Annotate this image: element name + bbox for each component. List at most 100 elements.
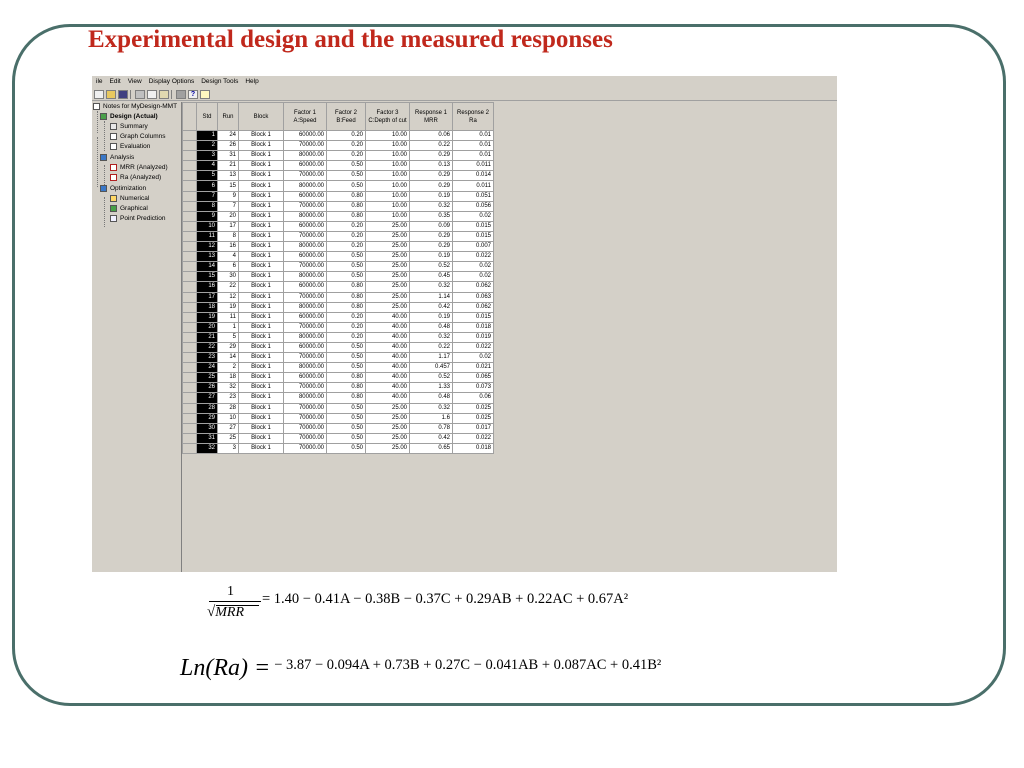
- mrr-cell[interactable]: 0.09: [409, 220, 453, 232]
- ra-cell[interactable]: 0.02: [452, 271, 494, 283]
- feed-cell[interactable]: 0.50: [326, 352, 366, 364]
- mrr-cell[interactable]: 0.65: [409, 442, 453, 455]
- block-cell[interactable]: Block 1: [238, 251, 284, 263]
- mrr-cell[interactable]: 0.32: [409, 331, 453, 343]
- block-cell[interactable]: Block 1: [238, 331, 284, 343]
- table-row[interactable]: 18 19 Block 1 80000.00 0.80 25.00 0.42 0.062: [182, 301, 494, 313]
- depth-cell[interactable]: 40.00: [365, 311, 410, 323]
- ra-cell[interactable]: 0.01: [452, 140, 494, 152]
- feed-cell[interactable]: 0.20: [326, 230, 366, 243]
- mrr-cell[interactable]: 0.32: [409, 200, 453, 212]
- ra-cell[interactable]: 0.062: [452, 281, 494, 293]
- speed-cell[interactable]: 60000.00: [283, 160, 327, 172]
- column-header-factor2[interactable]: Factor 2 B:Feed: [326, 102, 366, 131]
- speed-cell[interactable]: 60000.00: [283, 311, 327, 323]
- block-cell[interactable]: Block 1: [238, 200, 284, 212]
- feed-cell[interactable]: 0.20: [326, 150, 366, 162]
- row-header-cell[interactable]: [182, 210, 197, 222]
- ra-cell[interactable]: 0.018: [452, 442, 494, 455]
- feed-cell[interactable]: 0.20: [326, 241, 366, 253]
- std-cell[interactable]: 10: [196, 220, 218, 232]
- row-header-cell[interactable]: [182, 372, 197, 384]
- ra-cell[interactable]: 0.011: [452, 160, 494, 172]
- row-header-cell[interactable]: [182, 261, 197, 273]
- tree-item-evaluation[interactable]: Evaluation: [110, 142, 150, 151]
- mrr-cell[interactable]: 0.52: [409, 372, 453, 384]
- row-header-cell[interactable]: [182, 331, 197, 343]
- feed-cell[interactable]: 0.20: [326, 331, 366, 343]
- speed-cell[interactable]: 70000.00: [283, 321, 327, 333]
- block-cell[interactable]: Block 1: [238, 241, 284, 253]
- ra-cell[interactable]: 0.06: [452, 392, 494, 404]
- block-cell[interactable]: Block 1: [238, 422, 284, 434]
- mrr-cell[interactable]: 0.29: [409, 150, 453, 162]
- table-row[interactable]: 15 30 Block 1 80000.00 0.50 25.00 0.45 0.02: [182, 271, 494, 283]
- speed-cell[interactable]: 70000.00: [283, 200, 327, 212]
- depth-cell[interactable]: 25.00: [365, 230, 410, 243]
- row-header-cell[interactable]: [182, 362, 197, 374]
- run-cell[interactable]: 31: [217, 150, 239, 162]
- run-cell[interactable]: 32: [217, 382, 239, 394]
- std-cell[interactable]: 29: [196, 412, 218, 424]
- depth-cell[interactable]: 25.00: [365, 432, 410, 444]
- std-cell[interactable]: 9: [196, 210, 218, 222]
- run-cell[interactable]: 3: [217, 442, 239, 455]
- table-row[interactable]: 1 24 Block 1 60000.00 0.20 10.00 0.06 0.01: [182, 129, 494, 142]
- table-row[interactable]: 7 9 Block 1 60000.00 0.80 10.00 0.19 0.051: [182, 190, 494, 202]
- ra-cell[interactable]: 0.025: [452, 412, 494, 424]
- mrr-cell[interactable]: 1.14: [409, 291, 453, 303]
- ra-cell[interactable]: 0.065: [452, 372, 494, 384]
- mrr-cell[interactable]: 0.78: [409, 422, 453, 434]
- block-cell[interactable]: Block 1: [238, 341, 284, 354]
- ra-cell[interactable]: 0.017: [452, 422, 494, 434]
- ra-cell[interactable]: 0.022: [452, 251, 494, 263]
- run-cell[interactable]: 24: [217, 129, 239, 142]
- tree-item-graph-columns[interactable]: Graph Columns: [110, 132, 166, 141]
- row-header-cell[interactable]: [182, 281, 197, 293]
- ra-cell[interactable]: 0.015: [452, 311, 494, 323]
- run-cell[interactable]: 27: [217, 422, 239, 434]
- menu-help[interactable]: Help: [245, 78, 258, 85]
- row-header-cell[interactable]: [182, 412, 197, 424]
- run-cell[interactable]: 7: [217, 200, 239, 212]
- speed-cell[interactable]: 60000.00: [283, 129, 327, 142]
- std-cell[interactable]: 30: [196, 422, 218, 434]
- tree-item-mrr-analyzed[interactable]: MRR (Analyzed): [110, 163, 168, 172]
- speed-cell[interactable]: 80000.00: [283, 150, 327, 162]
- depth-cell[interactable]: 25.00: [365, 220, 410, 232]
- std-cell[interactable]: 15: [196, 271, 218, 283]
- mrr-cell[interactable]: 0.13: [409, 160, 453, 172]
- feed-cell[interactable]: 0.50: [326, 442, 366, 455]
- run-cell[interactable]: 22: [217, 281, 239, 293]
- feed-cell[interactable]: 0.50: [326, 422, 366, 434]
- ra-cell[interactable]: 0.056: [452, 200, 494, 212]
- std-cell[interactable]: 28: [196, 402, 218, 414]
- column-header-factor3[interactable]: Factor 3 C:Depth of cut: [365, 102, 410, 131]
- mrr-cell[interactable]: 0.35: [409, 210, 453, 222]
- table-row[interactable]: 16 22 Block 1 60000.00 0.80 25.00 0.32 0.062: [182, 281, 494, 293]
- table-row[interactable]: 11 8 Block 1 70000.00 0.20 25.00 0.29 0.015: [182, 230, 494, 243]
- depth-cell[interactable]: 40.00: [365, 341, 410, 354]
- speed-cell[interactable]: 70000.00: [283, 402, 327, 414]
- run-cell[interactable]: 16: [217, 241, 239, 253]
- mrr-cell[interactable]: 1.17: [409, 352, 453, 364]
- depth-cell[interactable]: 10.00: [365, 200, 410, 212]
- speed-cell[interactable]: 60000.00: [283, 220, 327, 232]
- speed-cell[interactable]: 60000.00: [283, 251, 327, 263]
- std-cell[interactable]: 18: [196, 301, 218, 313]
- copy-icon[interactable]: [147, 89, 157, 99]
- ra-cell[interactable]: 0.022: [452, 341, 494, 354]
- ra-cell[interactable]: 0.011: [452, 180, 494, 192]
- table-row[interactable]: 23 14 Block 1 70000.00 0.50 40.00 1.17 0.02: [182, 352, 494, 364]
- tree-item-optimization[interactable]: Optimization: [100, 184, 146, 193]
- depth-cell[interactable]: 40.00: [365, 362, 410, 374]
- row-header-cell[interactable]: [182, 241, 197, 253]
- mrr-cell[interactable]: 0.22: [409, 140, 453, 152]
- run-cell[interactable]: 12: [217, 291, 239, 303]
- run-cell[interactable]: 21: [217, 160, 239, 172]
- speed-cell[interactable]: 80000.00: [283, 241, 327, 253]
- row-header-cell[interactable]: [182, 271, 197, 283]
- ra-cell[interactable]: 0.007: [452, 241, 494, 253]
- row-header-cell[interactable]: [182, 311, 197, 323]
- tree-item-numerical[interactable]: Numerical: [110, 194, 149, 203]
